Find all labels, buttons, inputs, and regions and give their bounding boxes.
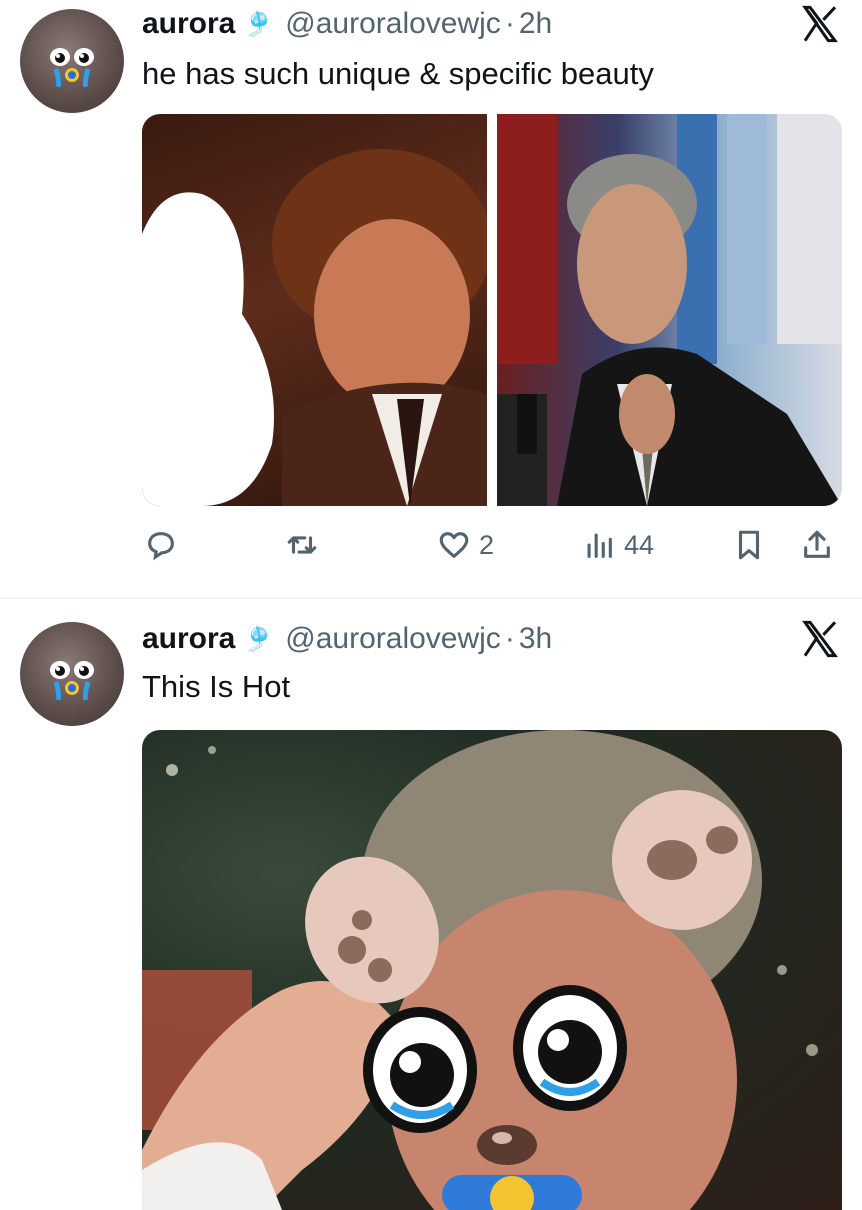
like-button[interactable]: 2 [437, 515, 494, 575]
bookmark-icon [738, 530, 760, 560]
badge-icon: 🎐 [243, 10, 274, 38]
portrait-illustration [142, 149, 487, 506]
like-icon [439, 532, 469, 558]
tweet-header: aurora 🎐 @auroralovewjc · 2h [142, 4, 552, 44]
x-logo-icon[interactable] [800, 619, 840, 659]
portrait-illustration [142, 730, 818, 1210]
avatar-sticker-icon [50, 48, 94, 87]
tweet-media[interactable] [142, 730, 842, 1210]
views-icon [587, 533, 612, 558]
photo[interactable] [142, 730, 842, 1210]
tweet-header: aurora 🎐 @auroralovewjc · 3h [142, 619, 552, 659]
tweet-actions: 2 44 [142, 515, 842, 575]
views-button[interactable]: 44 [582, 515, 654, 575]
avatar[interactable] [20, 622, 124, 726]
tweet[interactable]: aurora 🎐 @auroralovewjc · 3h This Is Hot [0, 599, 862, 1210]
timestamp[interactable]: 3h [519, 622, 552, 656]
tweet-text: he has such unique & specific beauty [142, 56, 654, 91]
author-name[interactable]: aurora [142, 7, 235, 41]
bookmark-button[interactable] [732, 515, 766, 575]
timestamp[interactable]: 2h [519, 7, 552, 41]
author-handle[interactable]: @auroralovewjc [285, 622, 501, 656]
share-button[interactable] [800, 515, 834, 575]
badge-icon: 🎐 [243, 625, 274, 653]
photo[interactable] [142, 114, 487, 506]
x-logo-icon[interactable] [800, 4, 840, 44]
reply-button[interactable] [144, 515, 186, 575]
portrait-illustration [497, 114, 842, 506]
avatar[interactable] [20, 9, 124, 113]
avatar-sticker-icon [50, 661, 94, 700]
retweet-icon [287, 536, 317, 554]
tweet[interactable]: aurora 🎐 @auroralovewjc · 2h he has such… [0, 0, 862, 598]
like-count: 2 [479, 529, 495, 560]
retweet-button[interactable] [285, 515, 327, 575]
reply-icon [148, 532, 174, 561]
author-handle[interactable]: @auroralovewjc [285, 7, 501, 41]
views-count: 44 [624, 529, 655, 560]
separator: · [504, 622, 515, 655]
photo[interactable] [497, 114, 842, 506]
author-name[interactable]: aurora [142, 622, 235, 656]
tweet-media[interactable] [142, 114, 842, 506]
separator: · [504, 7, 515, 40]
tweet-text: This Is Hot [142, 669, 291, 704]
share-icon [804, 530, 830, 558]
